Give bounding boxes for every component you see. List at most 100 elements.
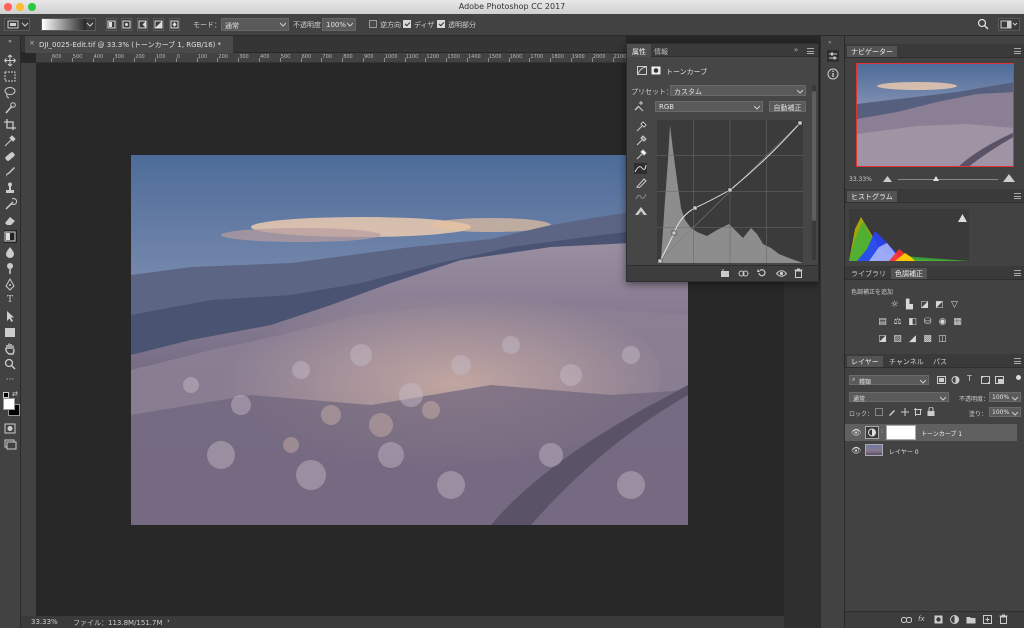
- history-brush-tool-icon[interactable]: [3, 198, 17, 211]
- filter-pixel-layers-icon[interactable]: [937, 376, 946, 384]
- layer-opacity-input[interactable]: 100%: [989, 392, 1021, 402]
- gradient-tool-icon[interactable]: [3, 230, 17, 243]
- foreground-color-swatch[interactable]: [3, 398, 15, 410]
- trash-icon[interactable]: [794, 268, 803, 278]
- visibility-eye-icon[interactable]: 👁: [851, 446, 861, 455]
- new-adjustment-layer-icon[interactable]: [950, 615, 959, 624]
- threshold-icon[interactable]: ◢: [907, 334, 918, 344]
- move-tool-icon[interactable]: [3, 54, 17, 67]
- expand-dock-icon[interactable]: «: [828, 39, 832, 46]
- blur-tool-icon[interactable]: [3, 246, 17, 259]
- document-tab[interactable]: × DJI_0025-Edit.tif @ 33.3% (トーンカーブ 1, R…: [25, 36, 233, 53]
- vibrance-icon[interactable]: ▽: [949, 300, 960, 310]
- layer-mask-thumbnail[interactable]: [886, 425, 916, 440]
- zoom-out-icon[interactable]: [883, 176, 892, 182]
- chevron-down-icon[interactable]: [86, 18, 96, 31]
- tool-preset-picker[interactable]: [4, 18, 30, 31]
- collapse-icon[interactable]: »: [3, 39, 17, 45]
- radial-gradient-button[interactable]: [121, 18, 132, 31]
- invert-icon[interactable]: ◪: [877, 334, 888, 344]
- histogram-warning-icon[interactable]: [958, 214, 967, 222]
- levels-icon[interactable]: ▙: [904, 300, 915, 310]
- tab-navigator[interactable]: ナビゲーター: [847, 46, 897, 57]
- opacity-input[interactable]: 100%: [322, 18, 356, 31]
- curves-graph[interactable]: [657, 120, 803, 263]
- auto-button[interactable]: 自動補正: [769, 101, 806, 112]
- selective-color-icon[interactable]: ◫: [937, 334, 948, 344]
- angle-gradient-button[interactable]: [137, 18, 148, 31]
- quick-mask-icon[interactable]: [3, 422, 17, 435]
- curve-point[interactable]: [797, 120, 803, 126]
- brush-tool-icon[interactable]: [3, 166, 17, 179]
- type-tool-icon[interactable]: T: [3, 294, 17, 307]
- color-balance-icon[interactable]: ⚖: [892, 317, 903, 327]
- zoom-tool-icon[interactable]: [3, 358, 17, 371]
- reset-icon[interactable]: [757, 269, 767, 278]
- visibility-eye-icon[interactable]: 👁: [851, 428, 861, 437]
- pencil-draw-icon[interactable]: [635, 177, 647, 188]
- layer-filter-select[interactable]: ⌕ 種類: [849, 375, 929, 386]
- panel-menu-icon[interactable]: [1014, 270, 1021, 276]
- gradient-map-icon[interactable]: ▩: [922, 334, 933, 344]
- lasso-tool-icon[interactable]: [3, 86, 17, 99]
- curve-point[interactable]: [727, 187, 733, 193]
- lock-artboard-icon[interactable]: [914, 408, 922, 416]
- exposure-icon[interactable]: ◩: [934, 300, 945, 310]
- smooth-curve-icon[interactable]: [635, 191, 647, 202]
- layer-mask-icon[interactable]: [651, 66, 661, 75]
- curve-point[interactable]: [692, 205, 698, 211]
- quick-selection-tool-icon[interactable]: [3, 102, 17, 115]
- marquee-tool-icon[interactable]: [3, 70, 17, 83]
- filter-smart-objects-icon[interactable]: [995, 376, 1004, 384]
- lock-image-pixels-icon[interactable]: [888, 408, 896, 416]
- preset-select[interactable]: カスタム: [670, 85, 806, 96]
- panel-menu-icon[interactable]: [1014, 193, 1021, 199]
- status-zoom[interactable]: 33.33%: [31, 618, 58, 626]
- channel-select[interactable]: RGB: [655, 101, 763, 112]
- filter-toggle[interactable]: [1016, 375, 1021, 380]
- lock-transparent-pixels-icon[interactable]: [875, 408, 883, 416]
- filter-adjustment-layers-icon[interactable]: [951, 376, 960, 384]
- clip-to-layer-icon[interactable]: [720, 269, 730, 278]
- path-selection-tool-icon[interactable]: [3, 310, 17, 323]
- hand-tool-icon[interactable]: [3, 342, 17, 355]
- shape-tool-icon[interactable]: [3, 326, 17, 339]
- tab-histogram[interactable]: ヒストグラム: [847, 191, 897, 202]
- photo-filter-icon[interactable]: ⛁: [922, 317, 933, 327]
- chain-link-icon[interactable]: ⁝: [881, 428, 883, 435]
- zoom-in-icon[interactable]: [1003, 174, 1015, 182]
- diamond-gradient-button[interactable]: [169, 18, 180, 31]
- view-previous-state-icon[interactable]: [738, 269, 749, 278]
- layer-row[interactable]: 👁 ⁝ トーンカーブ 1: [845, 424, 1017, 441]
- info-panel-icon[interactable]: [827, 68, 839, 80]
- eyedropper-tool-icon[interactable]: [3, 134, 17, 147]
- layer-row[interactable]: 👁 レイヤー 0: [845, 442, 1017, 459]
- navigator-preview[interactable]: [856, 63, 1014, 167]
- properties-panel-icon[interactable]: [827, 50, 839, 62]
- tab-info[interactable]: 情報: [649, 44, 673, 57]
- tab-adjustments[interactable]: 色調補正: [891, 268, 927, 279]
- black-white-icon[interactable]: ◧: [907, 317, 918, 327]
- fx-icon[interactable]: fx: [918, 615, 925, 623]
- dither-checkbox[interactable]: [403, 20, 411, 28]
- color-lookup-icon[interactable]: ▦: [952, 317, 963, 327]
- curve-point[interactable]: [657, 258, 663, 263]
- tab-layers[interactable]: レイヤー: [847, 356, 883, 367]
- curve-point[interactable]: [671, 230, 677, 236]
- panel-menu-icon[interactable]: [1014, 358, 1021, 364]
- tab-channels[interactable]: チャンネル: [885, 357, 928, 367]
- hue-saturation-icon[interactable]: ▤: [877, 317, 888, 327]
- workspace-switcher[interactable]: [998, 18, 1020, 31]
- more-tools-icon[interactable]: ···: [3, 374, 17, 387]
- navigator-zoom-slider[interactable]: [898, 176, 998, 181]
- brightness-contrast-icon[interactable]: ☼: [889, 300, 900, 310]
- swap-colors-icon[interactable]: ⇄: [12, 390, 18, 398]
- lock-position-icon[interactable]: [901, 408, 909, 416]
- link-layers-icon[interactable]: [901, 616, 912, 624]
- eraser-tool-icon[interactable]: [3, 214, 17, 227]
- reflected-gradient-button[interactable]: [153, 18, 164, 31]
- filter-shape-layers-icon[interactable]: [981, 376, 990, 384]
- visibility-eye-icon[interactable]: [776, 269, 787, 278]
- search-icon[interactable]: [977, 18, 989, 30]
- clipping-warning-icon[interactable]: [634, 205, 648, 216]
